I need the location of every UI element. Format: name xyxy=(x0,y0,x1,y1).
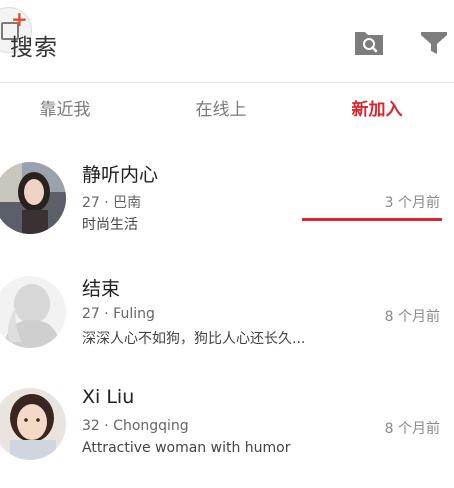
page-title: 搜索 xyxy=(10,35,58,61)
user-description: Attractive woman with humor xyxy=(82,440,291,456)
user-name: 静听内心 xyxy=(82,164,159,186)
joined-time: 8 个月前 xyxy=(384,309,440,325)
tab-bar: 靠近我 在线上 新加入 xyxy=(0,82,454,221)
folder-search-icon[interactable] xyxy=(354,28,384,56)
user-description: 时尚生活 xyxy=(82,217,138,233)
user-name: 结束 xyxy=(82,278,121,300)
avatar[interactable] xyxy=(0,162,66,234)
user-meta: 27 · 巴南 xyxy=(82,195,142,211)
list-item[interactable]: 静听内心 27 · 巴南 时尚生活 3 个月前 xyxy=(0,150,454,262)
avatar[interactable] xyxy=(0,276,66,348)
user-name: Xi Liu xyxy=(82,386,135,408)
top-bar: + 搜索 xyxy=(0,0,454,83)
joined-time: 3 个月前 xyxy=(384,195,440,211)
tab-nearby[interactable]: 靠近我 xyxy=(0,82,140,138)
user-meta: 32 · Chongqing xyxy=(82,418,189,434)
joined-time: 8 个月前 xyxy=(384,421,440,437)
user-description: 深深人心不如狗，狗比人心还长久... xyxy=(82,331,306,347)
user-meta: 27 · Fuling xyxy=(82,306,155,322)
list-item[interactable]: 结束 27 · Fuling 深深人心不如狗，狗比人心还长久... 8 个月前 xyxy=(0,264,454,376)
list-item[interactable]: Xi Liu 32 · Chongqing Attractive woman w… xyxy=(0,376,454,488)
avatar[interactable] xyxy=(0,388,66,460)
tab-online[interactable]: 在线上 xyxy=(146,82,296,138)
filter-icon[interactable] xyxy=(420,30,448,56)
tab-new-joined[interactable]: 新加入 xyxy=(302,82,452,138)
